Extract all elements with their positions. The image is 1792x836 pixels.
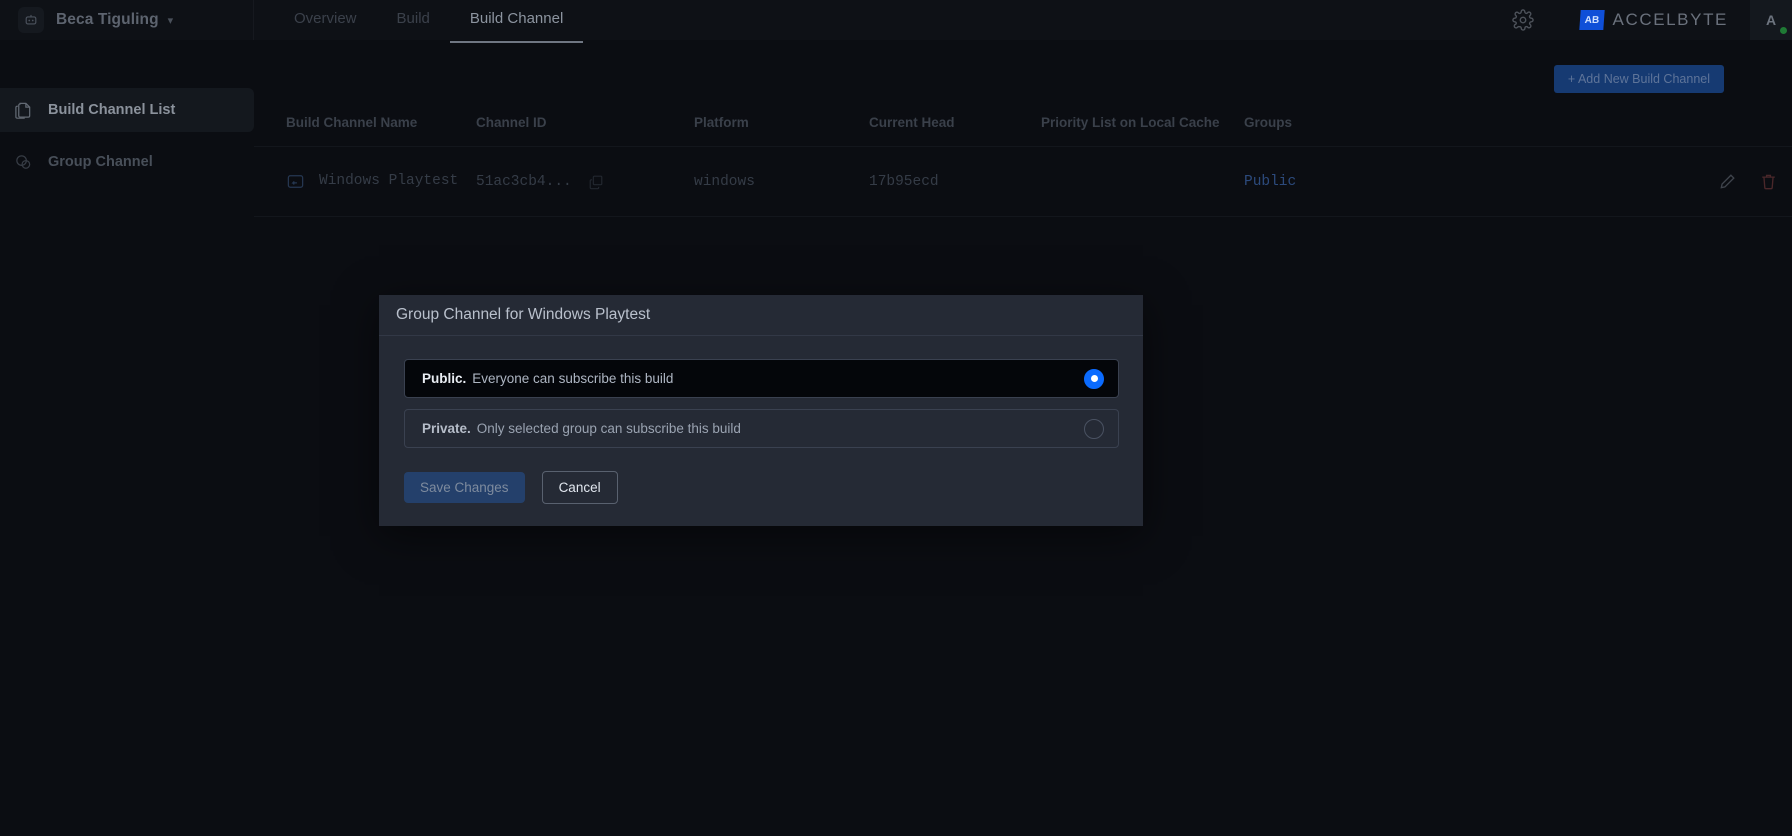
- nav-item-overview[interactable]: Overview: [274, 0, 377, 40]
- primary-nav: Overview Build Build Channel: [274, 0, 584, 43]
- trash-delete-icon[interactable]: [1759, 172, 1778, 191]
- option-public[interactable]: Public. Everyone can subscribe this buil…: [404, 359, 1119, 398]
- column-header-priority-list: Priority List on Local Cache: [1041, 115, 1220, 130]
- pencil-edit-icon[interactable]: [1718, 172, 1737, 191]
- cell-channel-id: 51ac3cb4...: [476, 174, 694, 190]
- group-channel-modal: Group Channel for Windows Playtest Publi…: [379, 295, 1143, 526]
- option-public-label: Public.: [422, 371, 467, 386]
- sidebar-item-label: Group Channel: [48, 154, 153, 170]
- avatar-letter: A: [1765, 12, 1777, 28]
- option-public-description: Everyone can subscribe this build: [472, 371, 674, 386]
- table-header-row: Build Channel Name Channel ID Platform C…: [254, 98, 1792, 148]
- modal-actions: Save Changes Cancel: [404, 471, 1119, 504]
- modal-header: Group Channel for Windows Playtest: [379, 295, 1143, 336]
- option-private-description: Only selected group can subscribe this b…: [476, 421, 741, 436]
- cell-build-channel-name: Windows Playtest: [254, 171, 476, 192]
- modal-body: Public. Everyone can subscribe this buil…: [379, 336, 1143, 504]
- option-private[interactable]: Private. Only selected group can subscri…: [404, 409, 1119, 448]
- accelbyte-wordmark: ACCELBYTE: [1612, 10, 1728, 29]
- modal-title: Group Channel for Windows Playtest: [396, 306, 651, 323]
- save-changes-button[interactable]: Save Changes: [404, 472, 525, 503]
- channel-icon: [286, 172, 305, 191]
- column-header-platform: Platform: [694, 115, 749, 130]
- copy-icon[interactable]: [588, 174, 604, 190]
- column-header-channel-id: Channel ID: [476, 115, 547, 130]
- column-header-groups: Groups: [1244, 115, 1293, 130]
- build-channel-table: Build Channel Name Channel ID Platform C…: [254, 98, 1792, 218]
- avatar[interactable]: A: [1750, 0, 1792, 40]
- nav-item-build[interactable]: Build: [377, 0, 450, 40]
- top-bar: Beca Tiguling ▾ Overview Build Build Cha…: [0, 0, 1792, 43]
- robot-icon: [18, 7, 44, 33]
- app-root: Beca Tiguling ▾ Overview Build Build Cha…: [0, 0, 1792, 836]
- top-bar-right: AB ACCELBYTE A: [1511, 0, 1792, 40]
- sidebar: Build Channel List Group Channel: [0, 40, 254, 836]
- cell-current-head: 17b95ecd: [869, 173, 939, 190]
- brand-selector[interactable]: Beca Tiguling ▾: [0, 0, 254, 40]
- brand-name: Beca Tiguling: [56, 11, 159, 28]
- column-header-build-channel-name: Build Channel Name: [286, 115, 418, 130]
- table-row[interactable]: Windows Playtest 51ac3cb4... windows 17b…: [254, 147, 1792, 218]
- accelbyte-badge: AB: [1578, 10, 1605, 30]
- radio-public[interactable]: [1084, 368, 1104, 389]
- chevron-down-icon: ▾: [167, 14, 174, 27]
- add-new-build-channel-button[interactable]: + Add New Build Channel: [1553, 65, 1724, 93]
- option-private-label: Private.: [422, 421, 471, 436]
- cancel-button[interactable]: Cancel: [541, 471, 618, 504]
- nav-item-build-channel[interactable]: Build Channel: [449, 0, 584, 43]
- accelbyte-logo: AB ACCELBYTE: [1578, 10, 1729, 30]
- copy-document-icon: [10, 101, 36, 120]
- sidebar-item-group-channel[interactable]: Group Channel: [0, 140, 254, 184]
- build-channel-name-text: Windows Playtest: [319, 173, 459, 190]
- radio-private[interactable]: [1084, 418, 1104, 439]
- channel-id-text: 51ac3cb4...: [476, 173, 572, 190]
- cell-platform: windows: [694, 173, 755, 190]
- group-circles-icon: [10, 153, 36, 172]
- column-header-current-head: Current Head: [869, 115, 955, 130]
- cell-groups[interactable]: Public: [1244, 174, 1494, 190]
- main-header: + Add New Build Channel: [254, 40, 1792, 98]
- sidebar-item-build-channel-list[interactable]: Build Channel List: [0, 88, 254, 132]
- row-actions: [1718, 172, 1792, 191]
- sidebar-item-label: Build Channel List: [48, 102, 176, 118]
- gear-icon[interactable]: [1511, 9, 1534, 31]
- online-status-dot: [1780, 27, 1787, 34]
